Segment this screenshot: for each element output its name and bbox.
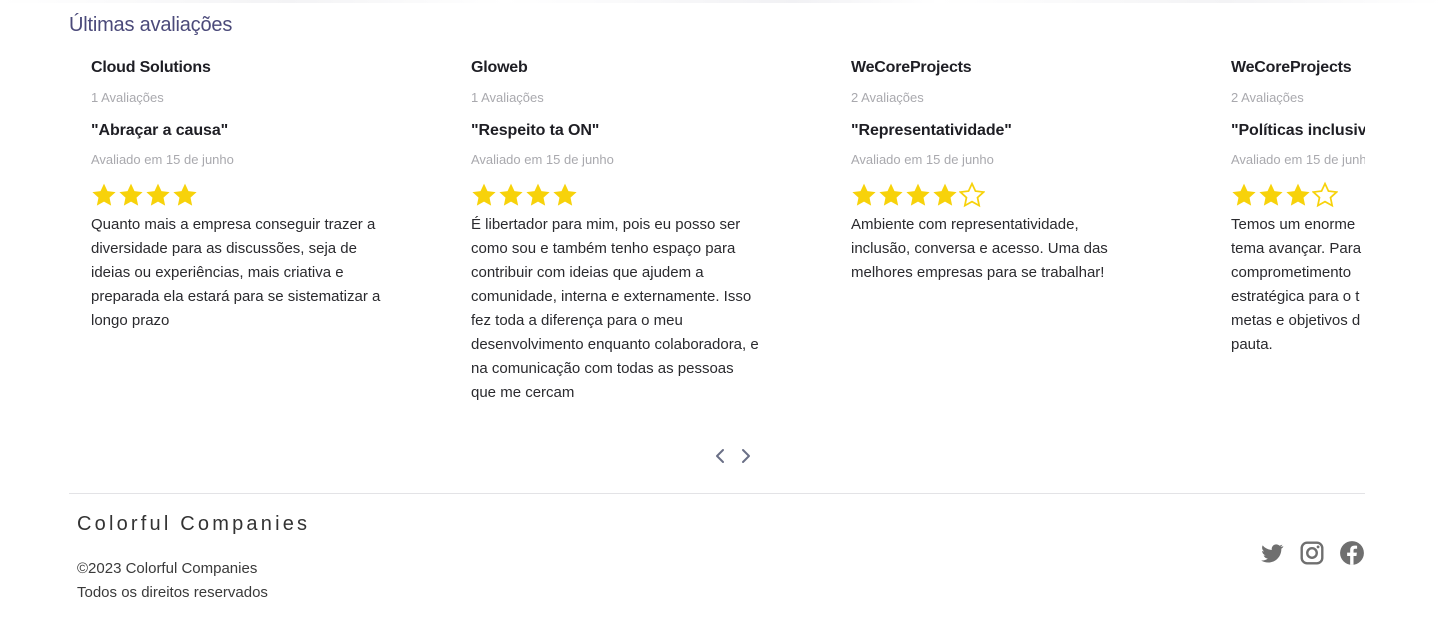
star-filled-icon [499,183,523,206]
star-rating [91,181,381,211]
review-card: WeCoreProjects 2 Avaliações "Representat… [851,54,1141,285]
review-card: Gloweb 1 Avaliações "Respeito ta ON" Ava… [471,54,761,405]
copyright-text: ©2023 Colorful Companies [77,560,258,577]
star-filled-icon [906,183,930,206]
review-title: "Abraçar a causa" [91,122,229,139]
review-text: Quanto mais a empresa conseguir trazer a… [91,216,381,329]
reviews-carousel: Cloud Solutions 1 Avaliações "Abraçar a … [69,54,1365,424]
instagram-icon[interactable] [1299,540,1325,566]
star-filled-icon [92,183,116,206]
review-card: Cloud Solutions 1 Avaliações "Abraçar a … [91,54,381,333]
footer-copyright: ©2023 Colorful Companies Todos os direit… [77,557,268,605]
review-count: 1 Avaliações [91,90,164,105]
chevron-right-icon[interactable] [737,444,755,468]
review-text: Temos um enorme tema avançar. Para compr… [1231,216,1362,353]
review-count: 1 Avaliações [471,90,544,105]
star-filled-icon [553,183,577,206]
star-filled-icon [472,183,496,206]
footer-brand[interactable]: Colorful Companies [77,513,310,536]
footer-divider [69,493,1365,494]
star-filled-icon [1286,183,1310,206]
twitter-icon[interactable] [1259,540,1285,566]
company-name[interactable]: Cloud Solutions [91,59,381,77]
star-filled-icon [1259,183,1283,206]
review-date: Avaliado em 15 de junho [851,152,994,167]
top-shadow-divider [0,0,1443,3]
review-title: "Representatividade" [851,122,1012,139]
company-name[interactable]: WeCoreProjects [851,59,1141,77]
review-text: É libertador para mim, pois eu posso ser… [471,216,759,401]
star-empty-icon [1312,181,1338,208]
review-date: Avaliado em 15 de junho [1231,152,1365,167]
social-links [1259,540,1365,566]
review-count: 2 Avaliações [851,90,924,105]
rights-text: Todos os direitos reservados [77,584,268,601]
star-rating [851,181,1141,211]
review-date: Avaliado em 15 de junho [471,152,614,167]
review-title: "Políticas inclusivas" [1231,122,1365,139]
carousel-controls [711,444,755,468]
star-filled-icon [526,183,550,206]
review-title: "Respeito ta ON" [471,122,600,139]
company-name[interactable]: WeCoreProjects [1231,59,1365,77]
star-empty-icon [959,181,985,208]
star-rating [1231,181,1365,211]
star-filled-icon [119,183,143,206]
star-filled-icon [852,183,876,206]
chevron-left-icon[interactable] [711,444,729,468]
star-filled-icon [933,183,957,206]
review-count: 2 Avaliações [1231,90,1304,105]
review-card: WeCoreProjects 2 Avaliações "Políticas i… [1231,54,1365,357]
review-date: Avaliado em 15 de junho [91,152,234,167]
facebook-icon[interactable] [1339,540,1365,566]
section-title: Últimas avaliações [69,14,233,36]
star-filled-icon [1232,183,1256,206]
review-text: Ambiente com representatividade, inclusã… [851,216,1108,281]
star-filled-icon [173,183,197,206]
company-name[interactable]: Gloweb [471,59,761,77]
star-rating [471,181,761,211]
star-filled-icon [879,183,903,206]
star-filled-icon [146,183,170,206]
